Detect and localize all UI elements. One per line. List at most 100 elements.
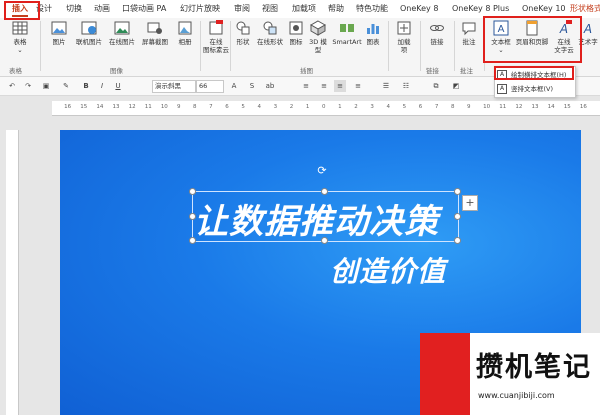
font-color-icon[interactable]: A (228, 80, 240, 92)
resize-handle[interactable] (454, 213, 461, 220)
ruler-tick-label: 16 (579, 104, 587, 110)
tab-slideshow[interactable]: 幻灯片放映 (180, 0, 220, 18)
rotate-handle-icon[interactable]: ⟳ (316, 165, 328, 177)
chart-button[interactable]: 图表 (363, 20, 383, 46)
bullets-icon[interactable]: ☰ (380, 80, 392, 92)
online-picture-label: 联机图片 (76, 38, 102, 46)
shadow-icon[interactable]: S (246, 80, 258, 92)
tab-addins[interactable]: 加载项 (292, 0, 316, 18)
group-divider (40, 21, 41, 71)
online-picture2-button[interactable]: 在线图片 (106, 20, 138, 46)
tab-features[interactable]: 特色功能 (356, 0, 388, 18)
online-picture2-label: 在线图片 (109, 38, 135, 46)
group-illustration-label: 插图 (300, 67, 313, 75)
resize-handle[interactable] (454, 237, 461, 244)
align-justify-icon[interactable]: ≡ (334, 80, 346, 92)
model3d-label: 3D 模 (309, 38, 327, 46)
addins-label-2: 项 (400, 46, 408, 54)
numbering-icon[interactable]: ☷ (400, 80, 412, 92)
ruler-tick-label: 12 (515, 104, 523, 110)
tab-pocket-animation[interactable]: 口袋动画 PA (122, 0, 166, 18)
undo-icon[interactable]: ↶ (6, 80, 18, 92)
ruler-tick-label: 6 (418, 104, 423, 110)
ruler-tick-label: 4 (257, 104, 262, 110)
highlight-insert-tab (4, 1, 40, 20)
group-divider (454, 21, 455, 71)
table-button[interactable]: 表格 ⌄ (5, 20, 35, 54)
link-button[interactable]: 链接 (424, 20, 450, 46)
watermark-logo-icon (420, 333, 470, 415)
svg-text:A: A (583, 22, 592, 36)
watermark-badge: 攒机笔记 www.cuanjibiji.com (420, 333, 600, 415)
arrange-icon[interactable]: ⧉ (430, 80, 442, 92)
online-picture-button[interactable]: 联机图片 (72, 20, 106, 46)
ruler-tick-label: 15 (563, 104, 571, 110)
font-size-select[interactable]: 66 (196, 80, 224, 93)
online-chart-button[interactable]: 在线 图标素云 (203, 20, 229, 54)
tab-transitions[interactable]: 切换 (66, 0, 82, 18)
ruler-tick-label: 7 (434, 104, 439, 110)
smartart-button[interactable]: SmartArt (331, 20, 363, 46)
link-icon (430, 25, 444, 31)
addins-button[interactable]: 加载 项 (392, 20, 416, 54)
resize-handle[interactable] (454, 188, 461, 195)
tab-review[interactable]: 审阅 (234, 0, 250, 18)
italic-icon[interactable]: I (96, 80, 108, 92)
group-comment-label: 批注 (460, 67, 473, 75)
screenshot-icon (147, 22, 162, 34)
ruler-tick-label: 8 (450, 104, 455, 110)
online-shapes-label: 在线形状 (257, 38, 283, 46)
tab-onekey-8[interactable]: OneKey 8 (400, 0, 438, 18)
shapes-icon (236, 21, 250, 35)
picture-button[interactable]: 图片 (46, 20, 72, 46)
album-button[interactable]: 相册 (172, 20, 198, 46)
ruler-tick-label: 7 (209, 104, 213, 110)
online-image-icon (114, 21, 130, 35)
icons-button[interactable]: 图标 (287, 20, 305, 46)
table-label: 表格 (13, 38, 27, 46)
comment-button[interactable]: 批注 (457, 20, 481, 46)
ruler-tick-label: 11 (499, 104, 507, 110)
tab-view[interactable]: 视图 (262, 0, 278, 18)
vertical-textbox-icon: A (497, 84, 507, 94)
shape-fill-icon[interactable]: ◩ (450, 80, 462, 92)
layout-options-icon[interactable]: + (462, 195, 478, 211)
album-label: 相册 (178, 38, 192, 46)
online-shapes-button[interactable]: 在线形状 (253, 20, 287, 46)
menu-item-vertical-textbox[interactable]: A 竖排文本框(V) (497, 83, 553, 96)
ruler-tick-label: 14 (96, 104, 104, 110)
save-icon[interactable]: ▣ (40, 80, 52, 92)
redo-icon[interactable]: ↷ (22, 80, 34, 92)
group-table-label: 表格 (9, 67, 22, 75)
format-painter-icon[interactable]: ✎ (60, 80, 72, 92)
bold-icon[interactable]: B (80, 80, 92, 92)
font-name-select[interactable]: 演示斜黑 (152, 80, 196, 93)
align-right-icon[interactable]: ≡ (352, 80, 364, 92)
shapes-button[interactable]: 形状 (233, 20, 253, 46)
ruler-tick-label: 4 (386, 104, 390, 110)
online-chart-label-2: 图标素云 (203, 46, 229, 54)
underline-icon[interactable]: U (112, 80, 124, 92)
chart-label: 图表 (366, 38, 380, 46)
picture-icon (51, 21, 67, 35)
ruler-tick-label: 11 (144, 104, 152, 110)
icons-icon (289, 21, 303, 35)
headline-line-2[interactable]: 创造价值 (330, 250, 446, 290)
ruler-tick-label: 13 (112, 104, 120, 110)
addins-icon (397, 21, 411, 35)
tab-help[interactable]: 帮助 (328, 0, 344, 18)
smartart-label: SmartArt (332, 38, 362, 46)
menu-item-label: 竖排文本框(V) (511, 85, 554, 93)
ruler-tick-label: 6 (225, 104, 229, 110)
align-center-icon[interactable]: ≡ (318, 80, 330, 92)
model3d-button[interactable]: 3D 模 型 (305, 20, 331, 54)
group-divider (230, 21, 231, 71)
comment-icon (462, 22, 476, 36)
icons-label: 图标 (289, 38, 303, 46)
screenshot-button[interactable]: 屏幕截图 (138, 20, 172, 46)
highlight-icon[interactable]: ab (264, 80, 276, 92)
align-left-icon[interactable]: ≡ (300, 80, 312, 92)
tab-animations[interactable]: 动画 (94, 0, 110, 18)
headline-line-1[interactable]: 让数据推动决策 (194, 194, 439, 243)
link-label: 链接 (430, 38, 444, 46)
